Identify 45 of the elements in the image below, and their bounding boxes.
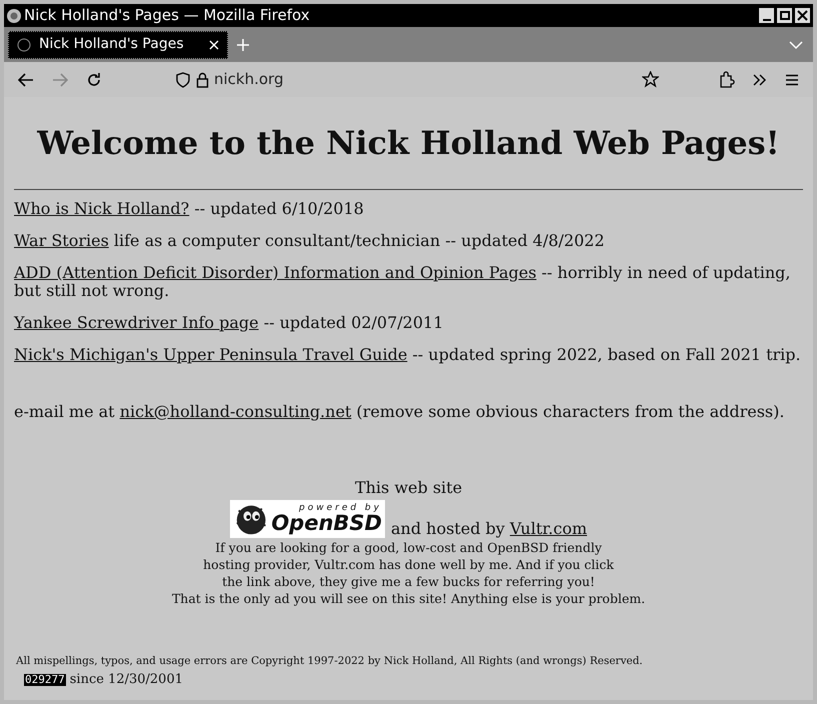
counter-since-text: since 12/30/2001 bbox=[70, 670, 183, 689]
hosted-by-text: and hosted by Vultr.com bbox=[390, 520, 588, 538]
page-entry: Who is Nick Holland? -- updated 6/10/2018 bbox=[14, 200, 365, 218]
double-chevron-icon[interactable] bbox=[753, 74, 767, 86]
shield-icon[interactable] bbox=[176, 72, 190, 88]
page-entry: Nick's Michigan's Upper Peninsula Travel Guide -- updated spring 2022, based on Fall 2021 trip. bbox=[14, 346, 802, 364]
ad-text-line: the link above, they give me a few bucks for referring you! bbox=[222, 573, 595, 590]
back-arrow-icon[interactable] bbox=[18, 72, 34, 86]
page-entry: ADD (Attention Deficit Disorder) Information and Opinion Pages -- horribly in need of updating, but still not wrong. bbox=[14, 264, 792, 300]
chevron-down-icon[interactable] bbox=[789, 40, 803, 50]
firefox-icon bbox=[6, 8, 22, 24]
puzzle-piece-icon[interactable] bbox=[719, 71, 735, 88]
site-intro-text: This web site bbox=[354, 477, 462, 499]
hit-counter: 029277 bbox=[24, 674, 66, 686]
ad-text-line: That is the only ad you will see on this site! Anything else is your problem. bbox=[172, 590, 646, 607]
badge-title: OpenBSD bbox=[271, 513, 382, 534]
copyright-text: All mispellings, typos, and usage errors are Copyright 1997-2022 by Nick Holland, All Rights (and wrongs) Reserved. bbox=[16, 654, 644, 669]
page-link[interactable]: Yankee Screwdriver Info page bbox=[14, 313, 259, 332]
reload-icon[interactable] bbox=[86, 72, 102, 88]
page-link[interactable]: Who is Nick Holland? bbox=[14, 199, 190, 218]
ad-text-line: hosting provider, Vultr.com has done well by me. And if you click bbox=[203, 556, 614, 573]
page-link[interactable]: ADD (Attention Deficit Disorder) Information and Opinion Pages bbox=[14, 263, 536, 282]
browser-tab[interactable]: Nick Holland's Pages bbox=[8, 30, 228, 58]
window-title: Nick Holland's Pages — Mozilla Firefox bbox=[24, 5, 311, 26]
address-bar[interactable]: nickh.org bbox=[214, 68, 284, 91]
close-tab-icon[interactable] bbox=[209, 40, 219, 50]
new-tab-icon[interactable] bbox=[236, 38, 250, 52]
page-entry: Yankee Screwdriver Info page -- updated 02/07/2011 bbox=[14, 314, 444, 332]
openbsd-badge[interactable]: powered by OpenBSD bbox=[230, 500, 385, 538]
page-link[interactable]: War Stories bbox=[14, 231, 109, 250]
star-icon[interactable] bbox=[642, 71, 659, 88]
menu-icon[interactable] bbox=[785, 74, 799, 86]
email-paragraph: e-mail me at nick@holland-consulting.net (remove some obvious characters from the address). bbox=[14, 401, 786, 423]
globe-icon bbox=[17, 38, 31, 52]
close-button[interactable] bbox=[794, 7, 811, 24]
page-entry: War Stories life as a computer consultant/technician -- updated 4/8/2022 bbox=[14, 232, 606, 250]
badge-caption: powered by bbox=[299, 504, 382, 513]
page-link[interactable]: Nick's Michigan's Upper Peninsula Travel Guide bbox=[14, 345, 408, 364]
lock-icon[interactable] bbox=[196, 72, 209, 88]
maximize-button[interactable] bbox=[776, 7, 793, 24]
ad-text-line: If you are looking for a good, low-cost and OpenBSD friendly bbox=[215, 539, 602, 556]
page-heading: Welcome to the Nick Holland Web Pages! bbox=[36, 123, 781, 164]
vultr-link[interactable]: Vultr.com bbox=[510, 519, 588, 538]
email-link[interactable]: nick@holland-consulting.net bbox=[120, 402, 352, 421]
minimize-button[interactable] bbox=[758, 7, 775, 24]
